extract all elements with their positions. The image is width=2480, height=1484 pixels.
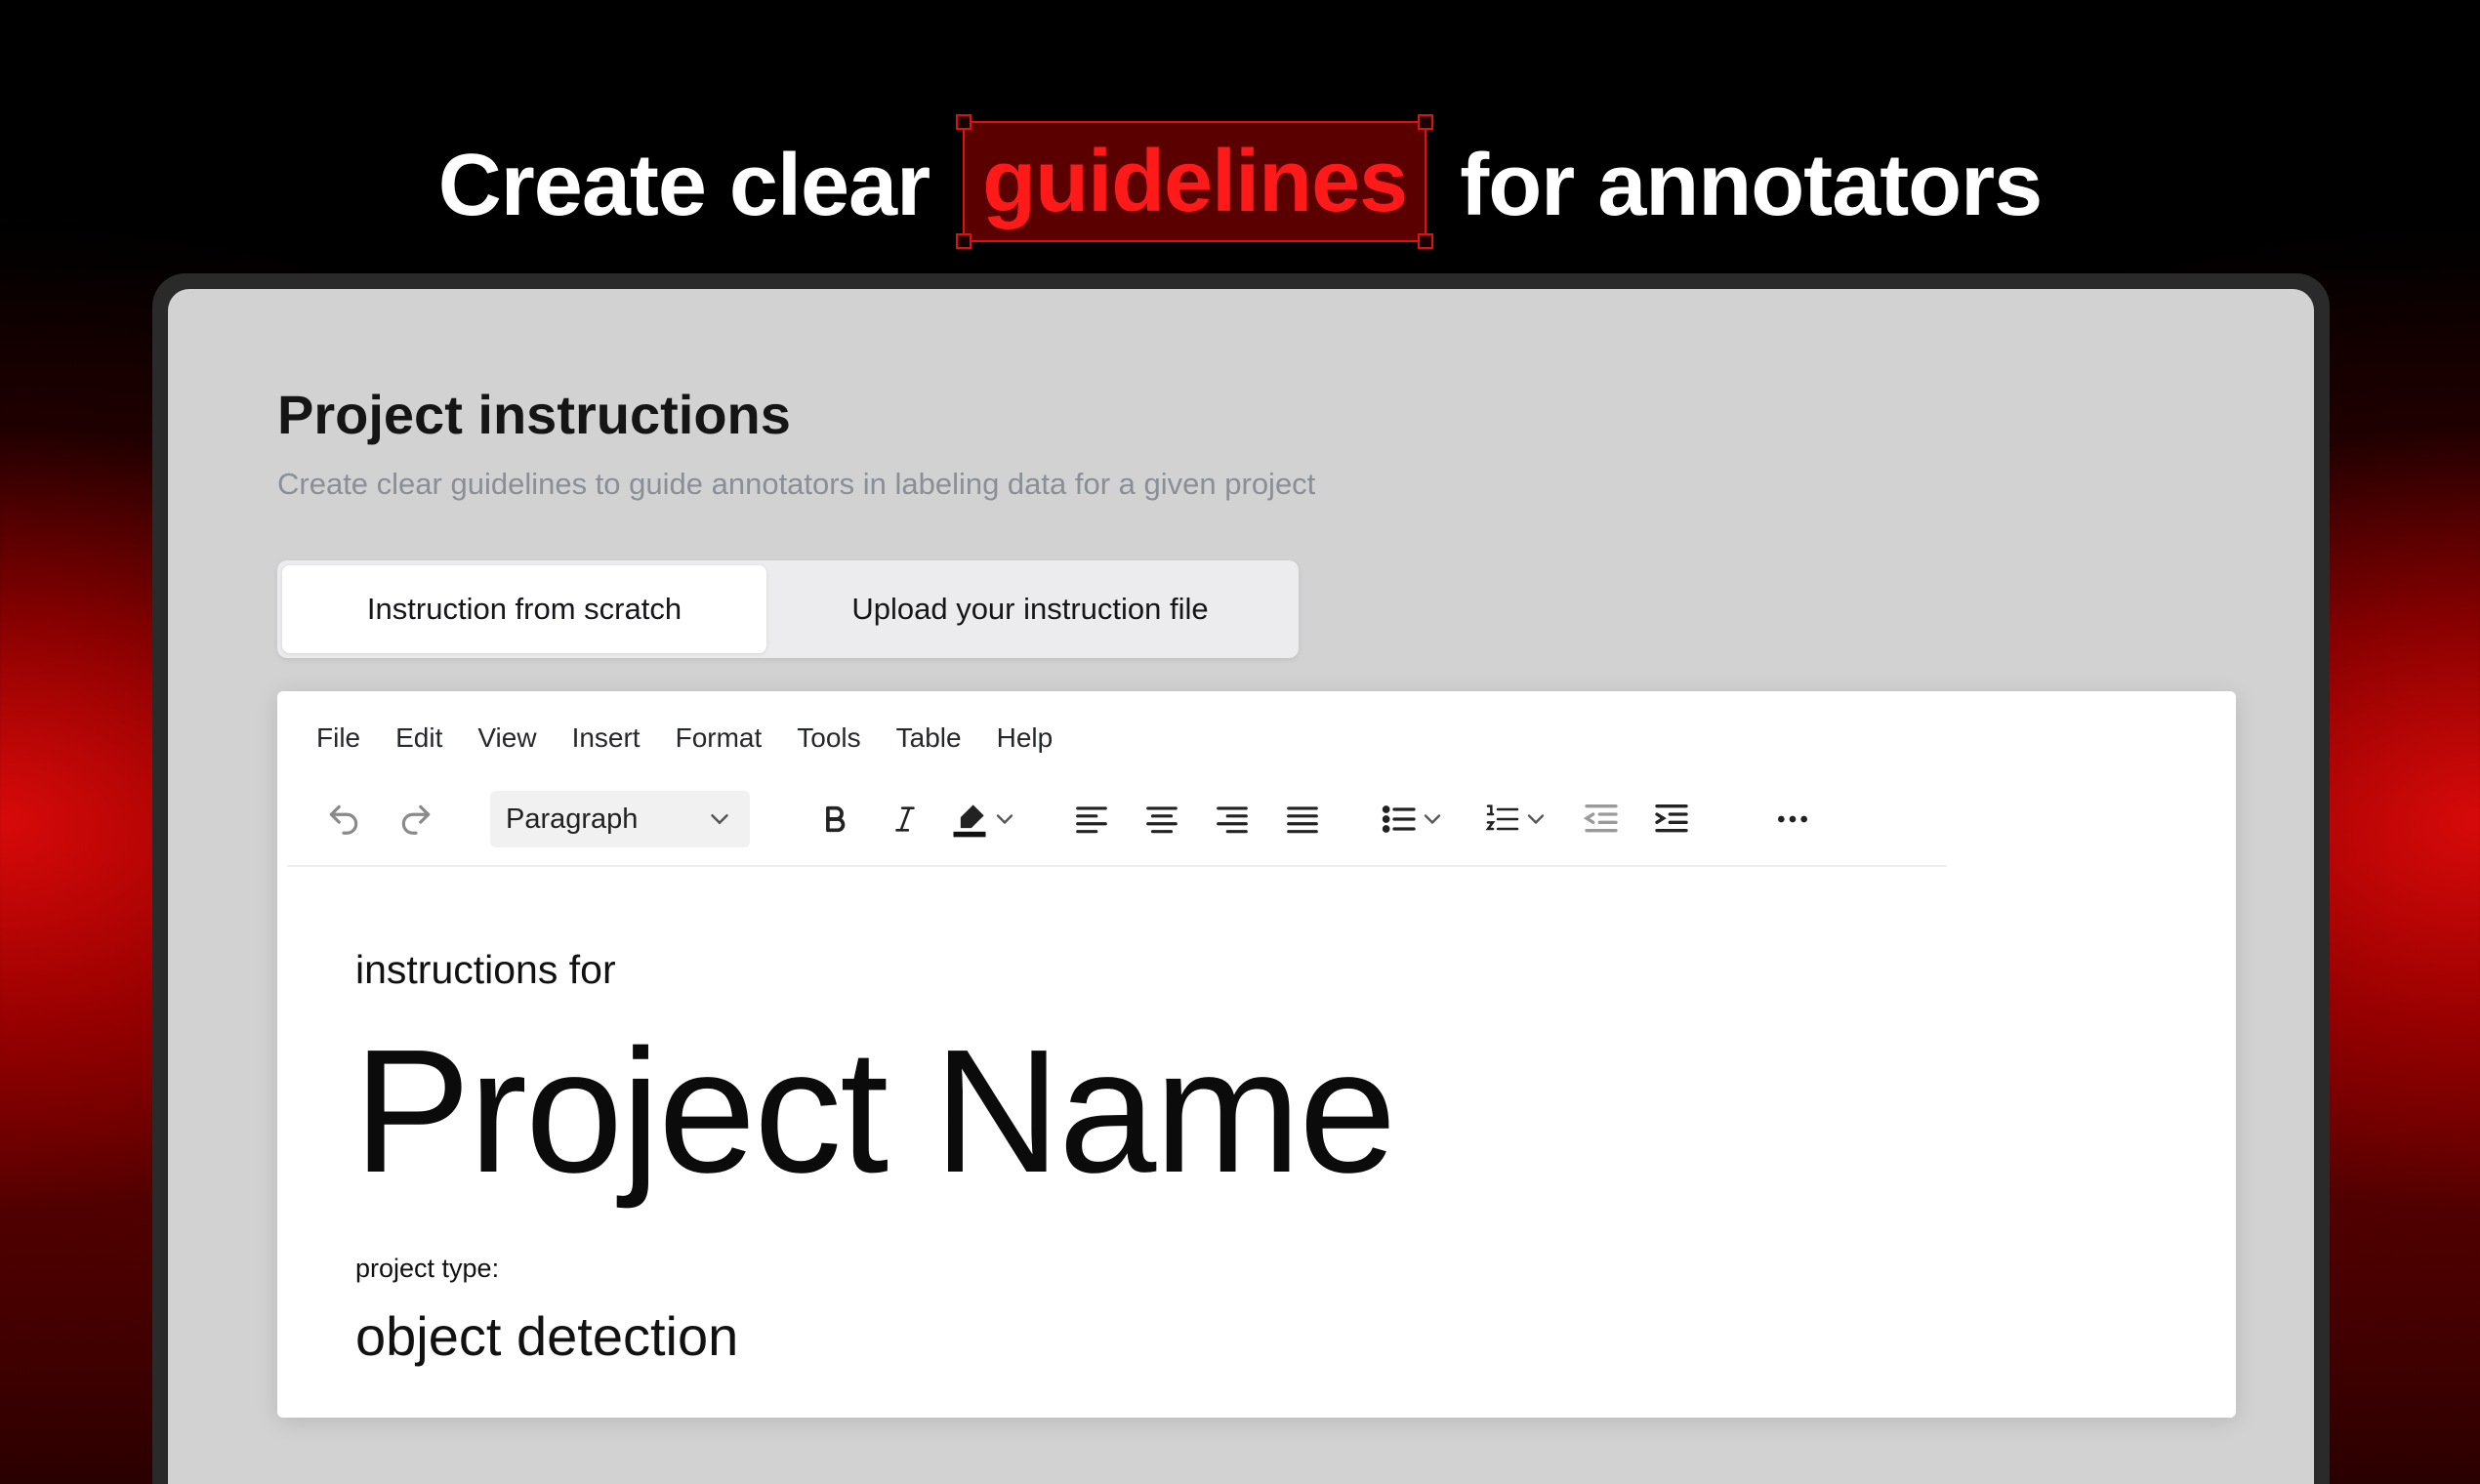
- align-justify-button[interactable]: [1275, 783, 1330, 855]
- align-left-icon: [1076, 806, 1107, 834]
- outdent-button[interactable]: [1574, 783, 1629, 855]
- tab-upload-instruction-file[interactable]: Upload your instruction file: [766, 565, 1294, 653]
- doc-type-value: object detection: [355, 1305, 739, 1367]
- more-options-button[interactable]: [1763, 783, 1822, 855]
- italic-icon: [895, 806, 915, 832]
- editor-toolbar: Paragraph: [307, 783, 1966, 855]
- bold-button[interactable]: [810, 783, 859, 855]
- indent-icon: [1655, 804, 1688, 833]
- block-format-select[interactable]: Paragraph: [490, 791, 750, 847]
- menu-format[interactable]: Format: [676, 722, 763, 754]
- instruction-source-tabs: Instruction from scratch Upload your ins…: [277, 560, 1299, 658]
- align-left-button[interactable]: [1064, 783, 1119, 855]
- highlight-pen-icon: [953, 804, 986, 838]
- numbered-list-icon: [1485, 804, 1519, 831]
- doc-intro-text: instructions for: [355, 947, 616, 992]
- redo-button[interactable]: [387, 783, 445, 855]
- hero-headline: Create clear guidelines for annotators: [0, 114, 2480, 249]
- selection-handle-bottom-right: [1418, 233, 1434, 249]
- more-icon: [1778, 815, 1807, 823]
- redo-icon: [401, 804, 431, 835]
- menu-file[interactable]: File: [316, 722, 360, 754]
- numbered-list-button[interactable]: [1472, 783, 1560, 855]
- align-center-icon: [1146, 806, 1178, 834]
- menu-table[interactable]: Table: [896, 722, 962, 754]
- selection-handle-top-left: [956, 114, 972, 130]
- bullet-list-button[interactable]: [1369, 783, 1457, 855]
- headline-highlight: guidelines: [956, 114, 1434, 249]
- indent-button[interactable]: [1644, 783, 1699, 855]
- italic-button[interactable]: [881, 783, 930, 855]
- device-frame: Project instructions Create clear guidel…: [152, 273, 2330, 1484]
- rich-text-editor: File Edit View Insert Format Tools Table…: [277, 691, 2236, 1418]
- headline-after: for annotators: [1460, 137, 2043, 234]
- doc-type-label: project type:: [355, 1254, 500, 1283]
- outdent-icon: [1583, 804, 1618, 833]
- tab-instruction-from-scratch[interactable]: Instruction from scratch: [282, 565, 766, 653]
- chevron-down-icon: [1424, 814, 1441, 825]
- chevron-down-icon: [711, 814, 728, 825]
- highlight-color-button[interactable]: [939, 783, 1027, 855]
- block-format-value: Paragraph: [506, 803, 639, 835]
- instructions-panel: Project instructions Create clear guidel…: [168, 289, 2314, 1484]
- selection-handle-bottom-left: [956, 233, 972, 249]
- toolbar-divider: [287, 865, 1947, 867]
- page-title: Project instructions: [277, 384, 791, 445]
- menu-help[interactable]: Help: [997, 722, 1054, 754]
- undo-icon: [329, 804, 358, 835]
- undo-button[interactable]: [314, 783, 373, 855]
- doc-project-name: Project Name: [353, 1013, 1396, 1210]
- menu-tools[interactable]: Tools: [797, 722, 860, 754]
- headline-highlight-text: guidelines: [982, 133, 1408, 230]
- chevron-down-icon: [996, 814, 1013, 825]
- chevron-down-icon: [1527, 814, 1545, 825]
- page-subtitle: Create clear guidelines to guide annotat…: [277, 467, 1316, 501]
- headline-before: Create clear: [437, 137, 930, 234]
- align-center-button[interactable]: [1135, 783, 1189, 855]
- menu-edit[interactable]: Edit: [395, 722, 442, 754]
- bullet-list-icon: [1382, 805, 1416, 833]
- align-right-icon: [1217, 806, 1248, 834]
- selection-handle-top-right: [1418, 114, 1434, 130]
- menu-insert[interactable]: Insert: [572, 722, 641, 754]
- align-right-button[interactable]: [1205, 783, 1260, 855]
- menu-view[interactable]: View: [477, 722, 536, 754]
- bold-icon: [826, 805, 846, 833]
- editor-menubar: File Edit View Insert Format Tools Table…: [316, 711, 1088, 765]
- align-justify-icon: [1287, 806, 1318, 834]
